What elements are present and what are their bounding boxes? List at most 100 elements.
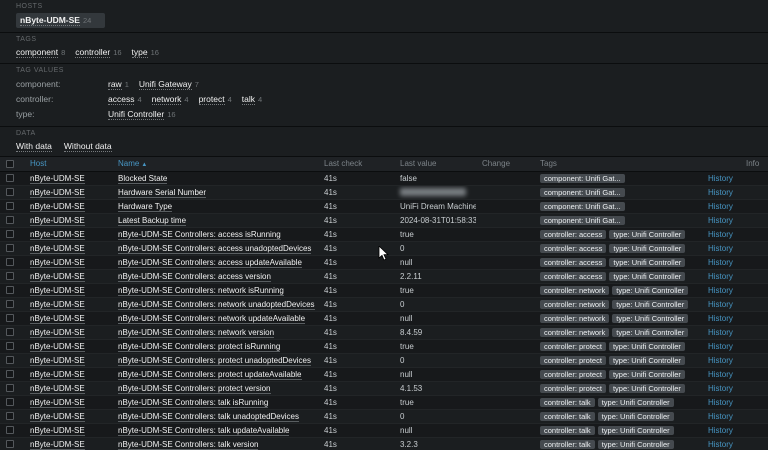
row-checkbox[interactable] <box>6 412 14 420</box>
tag-value-filter-link[interactable]: network <box>152 94 182 105</box>
history-link[interactable]: History <box>708 230 733 239</box>
host-link[interactable]: nByte-UDM-SE <box>30 356 85 366</box>
row-checkbox[interactable] <box>6 370 14 378</box>
row-checkbox[interactable] <box>6 244 14 252</box>
item-name-link[interactable]: nByte-UDM-SE Controllers: protect versio… <box>118 384 271 394</box>
history-link[interactable]: History <box>708 314 733 323</box>
host-link[interactable]: nByte-UDM-SE <box>30 174 85 184</box>
host-link[interactable]: nByte-UDM-SE <box>30 342 85 352</box>
row-checkbox[interactable] <box>6 384 14 392</box>
host-link[interactable]: nByte-UDM-SE <box>30 188 85 198</box>
data-filter-link[interactable]: Without data <box>64 141 112 152</box>
item-name-link[interactable]: nByte-UDM-SE Controllers: network isRunn… <box>118 286 284 296</box>
latest-data-table-wrap: Host Name▲ Last check Last value Change … <box>0 157 768 450</box>
host-link[interactable]: nByte-UDM-SE <box>30 314 85 324</box>
row-checkbox[interactable] <box>6 258 14 266</box>
row-checkbox[interactable] <box>6 216 14 224</box>
row-checkbox[interactable] <box>6 356 14 364</box>
history-link[interactable]: History <box>708 426 733 435</box>
tags-cell: controller: protecttype: Unifi Controlle… <box>534 353 702 367</box>
row-checkbox[interactable] <box>6 188 14 196</box>
item-name-link[interactable]: nByte-UDM-SE Controllers: protect unadop… <box>118 356 311 366</box>
tag-value-filter-link[interactable]: protect <box>199 94 225 105</box>
row-checkbox[interactable] <box>6 426 14 434</box>
tag-value-filter-link[interactable]: talk <box>242 94 255 105</box>
host-link[interactable]: nByte-UDM-SE <box>30 440 85 450</box>
select-all-checkbox[interactable] <box>6 160 14 168</box>
column-header-host[interactable]: Host <box>30 159 46 168</box>
host-link[interactable]: nByte-UDM-SE <box>30 412 85 422</box>
history-link[interactable]: History <box>708 244 733 253</box>
host-link[interactable]: nByte-UDM-SE <box>30 370 85 380</box>
row-checkbox[interactable] <box>6 286 14 294</box>
history-link[interactable]: History <box>708 216 733 225</box>
host-link[interactable]: nByte-UDM-SE <box>30 328 85 338</box>
item-name-link[interactable]: Hardware Type <box>118 202 172 212</box>
host-link[interactable]: nByte-UDM-SE <box>30 398 85 408</box>
host-link[interactable]: nByte-UDM-SE <box>30 286 85 296</box>
item-name-link[interactable]: nByte-UDM-SE Controllers: network versio… <box>118 328 274 338</box>
row-checkbox[interactable] <box>6 342 14 350</box>
item-name-link[interactable]: nByte-UDM-SE Controllers: talk isRunning <box>118 398 268 408</box>
column-header-info: Info <box>740 157 768 171</box>
history-link[interactable]: History <box>708 188 733 197</box>
host-link[interactable]: nByte-UDM-SE <box>30 244 85 254</box>
row-checkbox[interactable] <box>6 230 14 238</box>
tag-value-filter-link[interactable]: Unifi Gateway <box>139 79 192 90</box>
history-link[interactable]: History <box>708 342 733 351</box>
tag-value-filter-link[interactable]: Unifi Controller <box>108 109 164 120</box>
tag-value-filter-link[interactable]: raw <box>108 79 122 90</box>
row-checkbox[interactable] <box>6 398 14 406</box>
host-link[interactable]: nByte-UDM-SE <box>30 258 85 268</box>
item-name-link[interactable]: nByte-UDM-SE Controllers: access updateA… <box>118 258 302 268</box>
history-link[interactable]: History <box>708 412 733 421</box>
history-link[interactable]: History <box>708 258 733 267</box>
history-link[interactable]: History <box>708 398 733 407</box>
item-name-link[interactable]: nByte-UDM-SE Controllers: network unadop… <box>118 300 315 310</box>
host-link[interactable]: nByte-UDM-SE <box>30 300 85 310</box>
tag-filter-link[interactable]: controller <box>75 47 110 58</box>
row-checkbox[interactable] <box>6 174 14 182</box>
item-name-link[interactable]: Latest Backup time <box>118 216 186 226</box>
history-link[interactable]: History <box>708 370 733 379</box>
history-link[interactable]: History <box>708 174 733 183</box>
host-link[interactable]: nByte-UDM-SE <box>30 202 85 212</box>
item-name-link[interactable]: nByte-UDM-SE Controllers: access version <box>118 272 271 282</box>
tag-filter-link[interactable]: type <box>132 47 148 58</box>
item-name-link[interactable]: Hardware Serial Number <box>118 188 206 198</box>
history-link[interactable]: History <box>708 384 733 393</box>
host-filter-link[interactable]: nByte-UDM-SE <box>20 15 80 26</box>
item-name-link[interactable]: nByte-UDM-SE Controllers: talk updateAva… <box>118 426 289 436</box>
item-name-link[interactable]: nByte-UDM-SE Controllers: talk unadopted… <box>118 412 299 422</box>
row-checkbox[interactable] <box>6 272 14 280</box>
tag-value-filter-link[interactable]: access <box>108 94 134 105</box>
item-name-link[interactable]: nByte-UDM-SE Controllers: protect isRunn… <box>118 342 280 352</box>
item-name-link[interactable]: nByte-UDM-SE Controllers: network update… <box>118 314 305 324</box>
row-checkbox[interactable] <box>6 328 14 336</box>
change-cell <box>476 409 534 423</box>
row-checkbox[interactable] <box>6 300 14 308</box>
item-name-link[interactable]: nByte-UDM-SE Controllers: protect update… <box>118 370 302 380</box>
item-name-link[interactable]: nByte-UDM-SE Controllers: access isRunni… <box>118 230 281 240</box>
row-checkbox[interactable] <box>6 202 14 210</box>
item-name-link[interactable]: nByte-UDM-SE Controllers: access unadopt… <box>118 244 311 254</box>
row-checkbox[interactable] <box>6 314 14 322</box>
history-link[interactable]: History <box>708 202 733 211</box>
item-name-link[interactable]: nByte-UDM-SE Controllers: talk version <box>118 440 258 450</box>
history-link[interactable]: History <box>708 356 733 365</box>
history-link[interactable]: History <box>708 440 733 449</box>
row-checkbox[interactable] <box>6 440 14 448</box>
tag-filter-link[interactable]: component <box>16 47 58 58</box>
history-link[interactable]: History <box>708 300 733 309</box>
host-link[interactable]: nByte-UDM-SE <box>30 272 85 282</box>
host-link[interactable]: nByte-UDM-SE <box>30 216 85 226</box>
column-header-name[interactable]: Name <box>118 159 139 168</box>
item-name-link[interactable]: Blocked State <box>118 174 167 184</box>
host-link[interactable]: nByte-UDM-SE <box>30 426 85 436</box>
data-filter-link[interactable]: With data <box>16 141 52 152</box>
host-link[interactable]: nByte-UDM-SE <box>30 230 85 240</box>
history-link[interactable]: History <box>708 286 733 295</box>
host-link[interactable]: nByte-UDM-SE <box>30 384 85 394</box>
history-link[interactable]: History <box>708 272 733 281</box>
history-link[interactable]: History <box>708 328 733 337</box>
